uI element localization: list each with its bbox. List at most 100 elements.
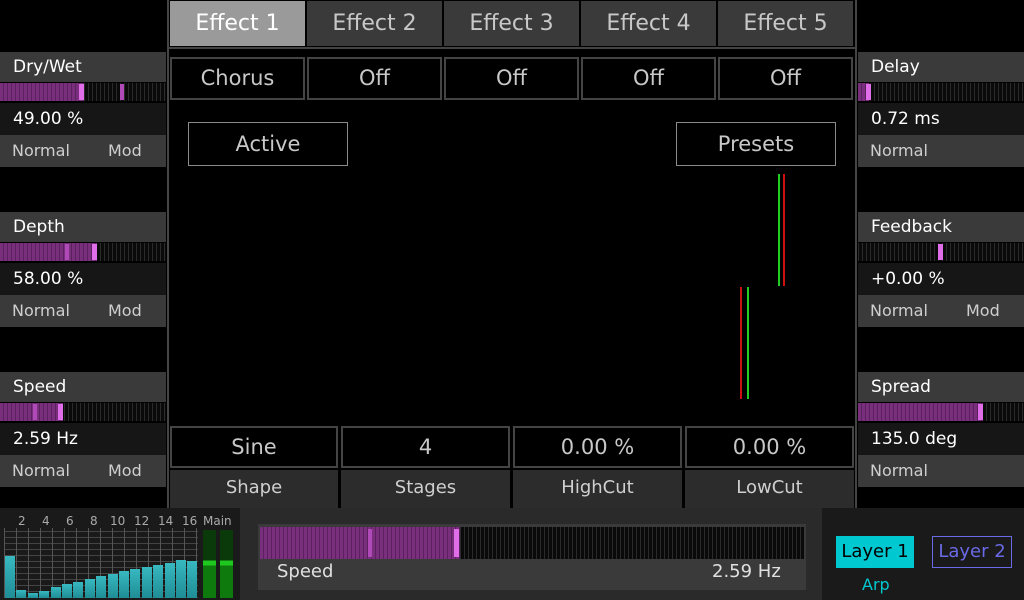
effect-slot-3[interactable]: Off [444,57,579,100]
tab-effect-1[interactable]: Effect 1 [170,1,305,46]
delay-value: 0.72 ms [858,103,1024,135]
mode-normal[interactable]: Normal [12,455,70,487]
effect-slot-5[interactable]: Off [718,57,853,100]
slider-fill [858,403,983,421]
layer-2-button[interactable]: Layer 2 [932,536,1012,568]
layer-1-button[interactable]: Layer 1 [836,536,914,568]
bottom-slider-value: 2.59 Hz [712,561,781,582]
slider-marker[interactable] [938,244,943,260]
mixer-channel-meter [50,587,61,598]
mode-normal[interactable]: Normal [870,295,928,327]
viz-line-green-bottom [747,287,749,399]
drywet-slider[interactable] [0,83,166,101]
shape-value[interactable]: Sine [170,426,338,468]
mod-marker [65,244,69,260]
speed-value: 2.59 Hz [0,423,166,455]
tab-effect-3[interactable]: Effect 3 [444,1,579,46]
lowcut-label: LowCut [685,470,854,508]
mixer-channel-meter [107,574,118,598]
mixer-channel-meter [84,579,95,598]
slider-fill [260,527,460,559]
mixer-channel-meter [153,565,164,598]
delay-title: Delay [858,52,1024,82]
tab-effect-2[interactable]: Effect 2 [307,1,442,46]
slider-marker[interactable] [58,404,63,420]
slider-marker[interactable] [978,404,983,420]
mixer-channel-meter [5,556,15,598]
mode-mod[interactable]: Mod [966,295,1000,327]
mixer-channel-label: 14 [158,514,174,528]
lowcut-value[interactable]: 0.00 % [685,426,854,468]
mixer-channel-meter [130,569,141,598]
mixer-channel-meter [27,593,38,598]
effect-slot-1[interactable]: Chorus [170,57,305,100]
mode-normal[interactable]: Normal [870,135,928,167]
mixer-channel-meter [119,571,129,598]
mixer-channel-label: 16 [182,514,198,528]
mode-normal[interactable]: Normal [870,455,928,487]
spread-value: 135.0 deg [858,423,1024,455]
delay-mode[interactable]: Normal [858,135,1024,167]
main-meter-left [203,530,216,598]
slider-fill [0,403,63,421]
highcut-label: HighCut [513,470,682,508]
mixer-channel-label: 10 [110,514,126,528]
mod-marker [368,529,372,557]
mixer-channel-meter [141,567,152,598]
mixer-channel-meter [73,582,84,598]
bottom-slider-label: Speed [277,561,334,582]
drywet-title: Dry/Wet [0,52,166,82]
depth-slider[interactable] [0,243,166,261]
tab-effect-5[interactable]: Effect 5 [718,1,853,46]
spread-mode[interactable]: Normal [858,455,1024,487]
highcut-value[interactable]: 0.00 % [513,426,682,468]
speed-slider[interactable] [0,403,166,421]
drywet-mode[interactable]: Normal Mod [0,135,166,167]
mixer-main-label: Main [203,514,232,528]
mode-mod[interactable]: Mod [108,295,142,327]
slider-fill [0,243,97,261]
mod-marker [120,84,124,100]
viz-line-green-top [778,174,780,286]
stages-value[interactable]: 4 [341,426,510,468]
spread-slider[interactable] [858,403,1024,421]
mixer-channel-meter [164,563,175,598]
mixer-channel-label: 2 [18,514,26,528]
mixer-channel-label: 4 [42,514,50,528]
tab-divider [167,47,857,49]
depth-value: 58.00 % [0,263,166,295]
depth-title: Depth [0,212,166,242]
slider-fill [0,83,84,101]
tab-effect-4[interactable]: Effect 4 [581,1,716,46]
mode-mod[interactable]: Mod [108,455,142,487]
viz-line-red-top [783,174,785,286]
feedback-slider[interactable] [858,243,1024,261]
effect-slot-2[interactable]: Off [307,57,442,100]
speed-mode[interactable]: Normal Mod [0,455,166,487]
slider-marker[interactable] [79,84,84,100]
feedback-mode[interactable]: Normal Mod [858,295,1024,327]
arp-label[interactable]: Arp [862,575,890,594]
bottom-speed-slider[interactable] [260,527,804,559]
mode-normal[interactable]: Normal [12,295,70,327]
mode-normal[interactable]: Normal [12,135,70,167]
slider-marker[interactable] [454,529,459,557]
mixer-channel-label: 12 [134,514,150,528]
spread-title: Spread [858,372,1024,402]
shape-label: Shape [170,470,338,508]
mixer-channel-label: 8 [90,514,98,528]
active-button[interactable]: Active [188,122,348,166]
presets-button[interactable]: Presets [676,122,836,166]
delay-slider[interactable] [858,83,1024,101]
mixer-channel-meter [187,561,198,598]
slider-marker[interactable] [866,84,871,100]
effect-slot-4[interactable]: Off [581,57,716,100]
mode-mod[interactable]: Mod [108,135,142,167]
mixer-channel-meter [16,590,27,598]
mixer-channel-meter [62,584,72,598]
viz-line-red-bottom [740,287,742,399]
feedback-value: +0.00 % [858,263,1024,295]
depth-mode[interactable]: Normal Mod [0,295,166,327]
slider-marker[interactable] [92,244,97,260]
mixer-channel-meter [96,576,107,598]
